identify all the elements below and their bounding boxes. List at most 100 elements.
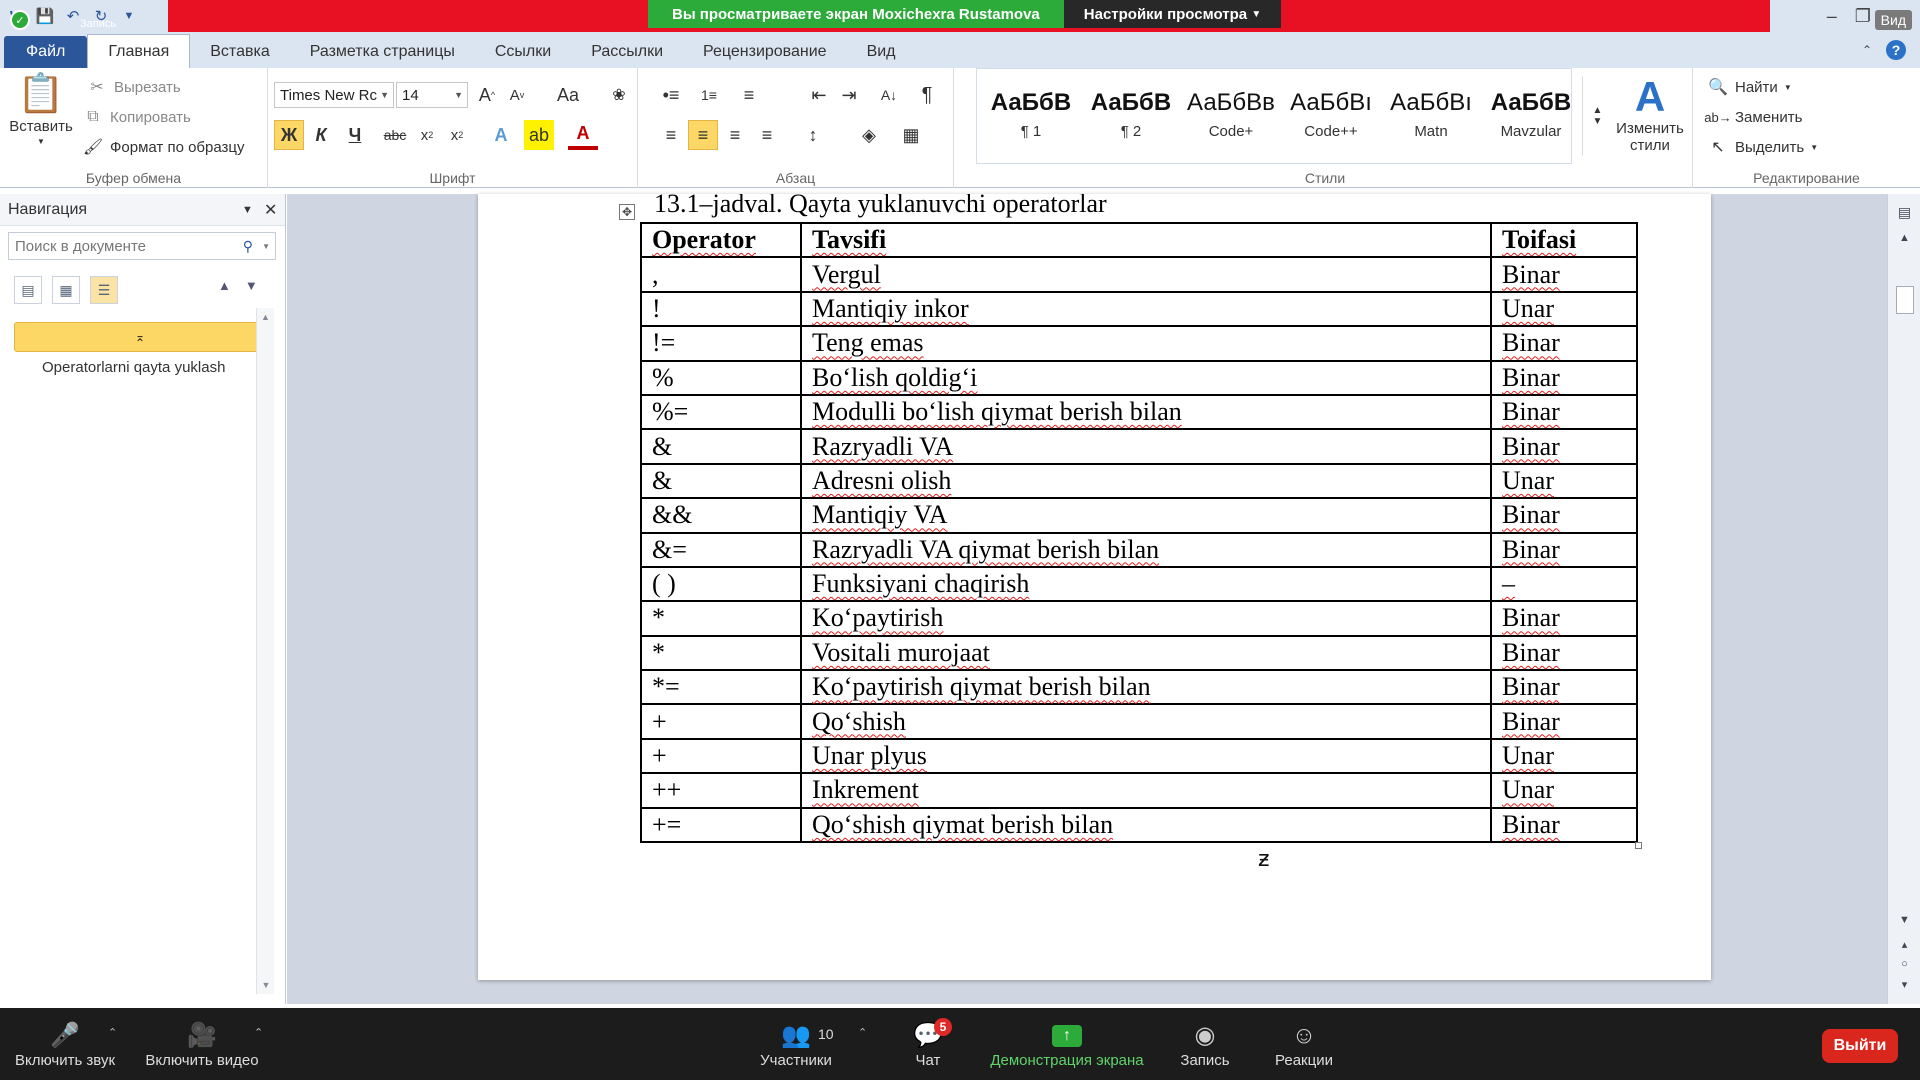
grow-font-icon[interactable]: A ^	[472, 80, 502, 110]
category-cell[interactable]: Unar	[1490, 737, 1638, 775]
description-cell[interactable]: Funksiyani chaqirish	[800, 565, 1492, 603]
align-right-icon[interactable]: ≡	[720, 120, 750, 150]
justify-icon[interactable]: ≡	[752, 120, 782, 150]
unmute-button[interactable]: 🎤 Включить звук	[10, 1008, 120, 1080]
numbering-icon[interactable]: 1≡	[694, 80, 724, 110]
audio-options-icon[interactable]: ⌃	[108, 1026, 117, 1039]
bold-button[interactable]: Ж	[274, 120, 304, 150]
category-cell[interactable]: Unar	[1490, 462, 1638, 500]
sort-icon[interactable]: A↓	[874, 80, 904, 110]
copy-button[interactable]: ⧉ Копировать	[82, 106, 190, 128]
description-cell[interactable]: Razryadli VA qiymat berish bilan	[800, 531, 1492, 568]
style-card[interactable]: АаБбВ ¶ 1	[981, 83, 1081, 153]
search-icon[interactable]: ⚲	[243, 238, 253, 255]
scroll-up-icon[interactable]: ▲	[1888, 232, 1920, 244]
show-marks-icon[interactable]: ¶	[912, 80, 942, 110]
operator-cell[interactable]: %=	[640, 393, 802, 431]
decrease-indent-icon[interactable]: ⇤	[804, 80, 834, 110]
description-cell[interactable]: Inkrement	[800, 772, 1492, 809]
document-page[interactable]: 13.1–jadval. Qayta yuklanuvchi operatorl…	[478, 194, 1711, 980]
category-cell[interactable]: Binar	[1490, 359, 1638, 396]
customize-qat-icon[interactable]: ▼	[116, 3, 142, 29]
category-cell[interactable]: Binar	[1490, 256, 1638, 293]
next-page-icon[interactable]: ▾	[1888, 978, 1920, 991]
tab-review[interactable]: Рецензирование	[683, 36, 847, 68]
description-cell[interactable]: Modulli bo‘lish qiymat berish bilan	[800, 393, 1492, 431]
operator-cell[interactable]: ++	[640, 772, 802, 809]
chevron-down-icon[interactable]: ▼	[262, 242, 270, 251]
previous-heading-icon[interactable]: ▲	[218, 278, 231, 293]
align-left-icon[interactable]: ≡	[656, 120, 686, 150]
category-cell[interactable]: Binar	[1490, 497, 1638, 534]
gallery-scroll-icon[interactable]: ▲ ▼	[1582, 76, 1612, 156]
leave-button[interactable]: Выйти	[1822, 1029, 1898, 1063]
browse-object-icon[interactable]: ○	[1888, 958, 1920, 970]
operator-cell[interactable]: ,	[640, 256, 802, 293]
font-size-select[interactable]: 14 ▼	[396, 82, 468, 108]
superscript-icon[interactable]: x2	[442, 120, 472, 150]
category-cell[interactable]: Binar	[1490, 428, 1638, 465]
increase-indent-icon[interactable]: ⇥	[834, 80, 864, 110]
previous-page-icon[interactable]: ▴	[1888, 938, 1920, 951]
table-move-handle-icon[interactable]: ✥	[619, 204, 635, 220]
description-cell[interactable]: Unar plyus	[800, 737, 1492, 775]
tab-view[interactable]: Вид	[847, 36, 916, 68]
chat-button[interactable]: 💬 Чат	[898, 1008, 958, 1080]
start-video-button[interactable]: 🎥 Включить видео	[140, 1008, 264, 1080]
operator-cell[interactable]: %	[640, 359, 802, 396]
category-cell[interactable]: Binar	[1490, 531, 1638, 568]
shading-icon[interactable]: ◈	[854, 120, 884, 150]
ruler-toggle-icon[interactable]: ▤	[1888, 204, 1920, 221]
description-cell[interactable]: Razryadli VA	[800, 428, 1492, 465]
record-button[interactable]: ◉ Запись	[1170, 1008, 1240, 1080]
scroll-down-icon[interactable]: ▼	[257, 980, 275, 990]
style-card[interactable]: АаБбВı Code++	[1281, 83, 1381, 153]
vertical-scrollbar[interactable]: ▤ ▲ ▼ ▴ ○ ▾	[1887, 194, 1920, 1004]
close-icon[interactable]: ✕	[264, 200, 277, 220]
strikethrough-button[interactable]: abc	[380, 120, 410, 150]
description-cell[interactable]: Mantiqiy inkor	[800, 290, 1492, 328]
category-cell[interactable]: Binar	[1490, 393, 1638, 431]
description-cell[interactable]: Teng emas	[800, 325, 1492, 362]
operator-cell[interactable]: &	[640, 462, 802, 500]
text-effects-icon[interactable]: A	[486, 120, 516, 150]
category-cell[interactable]: Binar	[1490, 703, 1638, 740]
category-cell[interactable]: Binar	[1490, 600, 1638, 637]
category-cell[interactable]: –	[1490, 565, 1638, 603]
headings-view-icon[interactable]: ▤	[14, 276, 42, 304]
scroll-down-icon[interactable]: ▼	[1888, 914, 1920, 926]
description-cell[interactable]: Qo‘shish	[800, 703, 1492, 740]
save-icon[interactable]: 💾	[32, 3, 58, 29]
tab-file[interactable]: Файл	[4, 36, 88, 68]
tab-page-layout[interactable]: Разметка страницы	[290, 36, 475, 68]
reactions-button[interactable]: ☺ Реакции	[1266, 1008, 1342, 1080]
description-cell[interactable]: Mantiqiy VA	[800, 497, 1492, 534]
change-case-button[interactable]: Aa	[548, 80, 588, 110]
select-button[interactable]: ↖ Выделить ▼	[1707, 136, 1818, 158]
highlight-icon[interactable]: ab	[524, 120, 554, 150]
category-cell[interactable]: Binar	[1490, 325, 1638, 362]
nav-scrollbar[interactable]: ▲ ▼	[256, 308, 274, 994]
replace-button[interactable]: ab→ Заменить	[1704, 106, 1802, 128]
font-color-icon[interactable]: A	[568, 120, 598, 150]
operator-cell[interactable]: *=	[640, 669, 802, 706]
operator-cell[interactable]: +	[640, 703, 802, 740]
category-cell[interactable]: Unar	[1490, 772, 1638, 809]
tab-references[interactable]: Ссылки	[475, 36, 571, 68]
operator-cell[interactable]: *	[640, 634, 802, 672]
results-view-icon[interactable]: ☰	[90, 276, 118, 304]
paste-button[interactable]: 📋 Вставить ▼	[8, 72, 74, 146]
subscript-icon[interactable]: x2	[412, 120, 442, 150]
style-card[interactable]: АаБбВı Matn	[1381, 83, 1481, 153]
align-center-icon[interactable]: ≡	[688, 120, 718, 150]
description-cell[interactable]: Vositali murojaat	[800, 634, 1492, 672]
multilevel-list-icon[interactable]: ≡	[734, 80, 764, 110]
tab-home[interactable]: Главная	[87, 34, 191, 68]
description-cell[interactable]: Ko‘paytirish qiymat berish bilan	[800, 669, 1492, 706]
style-card[interactable]: АаБбВ Mavzular	[1481, 83, 1581, 153]
operator-cell[interactable]: ( )	[640, 565, 802, 603]
description-cell[interactable]: Ko‘paytirish	[800, 600, 1492, 637]
cut-button[interactable]: ✂ Вырезать	[86, 76, 180, 98]
view-options-button[interactable]: Настройки просмотра ▼	[1063, 0, 1282, 28]
borders-icon[interactable]: ▦	[896, 120, 926, 150]
